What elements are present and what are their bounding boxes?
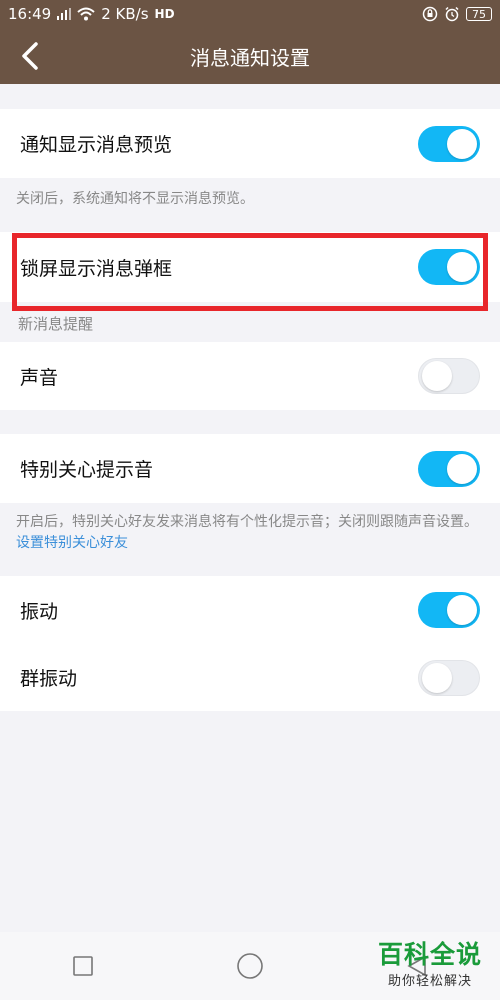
status-bar: 16:49 2 KB/s HD 75 — [0, 0, 500, 28]
status-time: 16:49 — [8, 5, 52, 23]
setting-row-special-tone: 特别关心提示音 — [0, 434, 500, 503]
nav-bar: 消息通知设置 — [0, 28, 500, 84]
preview-toggle[interactable] — [418, 125, 480, 162]
preview-note: 关闭后，系统通知将不显示消息预览。 — [16, 191, 254, 207]
toggle-knob — [447, 453, 477, 484]
setting-label: 振动 — [20, 600, 59, 623]
setting-label: 通知显示消息预览 — [20, 134, 173, 156]
toggle-knob — [447, 252, 477, 282]
recent-apps-button[interactable] — [53, 946, 113, 986]
setting-row-group-vibrate: 群振动 — [0, 644, 500, 711]
special-tone-note-text: 开启后，特别关心好友发来消息将有个性化提示音；关闭则跟随声音设置。 — [16, 514, 478, 530]
setting-label: 特别关心提示音 — [20, 459, 154, 481]
signal-icon — [57, 8, 72, 20]
lock-rotation-icon — [422, 6, 438, 22]
lockscreen-toggle[interactable] — [418, 249, 480, 285]
special-care-friends-link[interactable]: 设置特别关心好友 — [16, 535, 128, 551]
setting-label: 锁屏显示消息弹框 — [20, 257, 173, 280]
section-title-new-message: 新消息提醒 — [18, 315, 94, 333]
toggle-knob — [447, 128, 477, 159]
battery-indicator: 75 — [466, 7, 492, 21]
watermark-subtitle: 助你轻松解决 — [387, 974, 472, 989]
square-icon — [73, 956, 94, 976]
setting-row-vibrate: 振动 — [0, 576, 500, 644]
home-button[interactable] — [220, 946, 280, 986]
network-speed: 2 KB/s — [101, 5, 149, 23]
vibrate-toggle[interactable] — [418, 592, 480, 628]
watermark: 百科全说 助你轻松解决 — [372, 940, 488, 989]
setting-row-preview: 通知显示消息预览 — [0, 109, 500, 178]
alarm-icon — [444, 6, 460, 22]
hd-badge: HD — [154, 7, 175, 21]
setting-label: 群振动 — [20, 668, 78, 690]
toggle-knob — [447, 595, 477, 625]
watermark-title: 百科全说 — [377, 940, 482, 969]
group-vibrate-toggle[interactable] — [418, 659, 480, 696]
setting-row-lockscreen: 锁屏显示消息弹框 — [0, 232, 500, 302]
special-tone-note: 开启后，特别关心好友发来消息将有个性化提示音；关闭则跟随声音设置。设置特别关心好… — [0, 512, 500, 554]
page-title: 消息通知设置 — [190, 45, 310, 70]
special-tone-toggle[interactable] — [418, 450, 480, 487]
toggle-knob — [422, 662, 452, 693]
circle-icon — [237, 953, 263, 979]
sound-toggle[interactable] — [418, 358, 480, 394]
wifi-icon — [77, 7, 95, 21]
toggle-knob — [422, 361, 452, 391]
setting-row-sound: 声音 — [0, 342, 500, 410]
setting-label: 声音 — [20, 366, 59, 389]
